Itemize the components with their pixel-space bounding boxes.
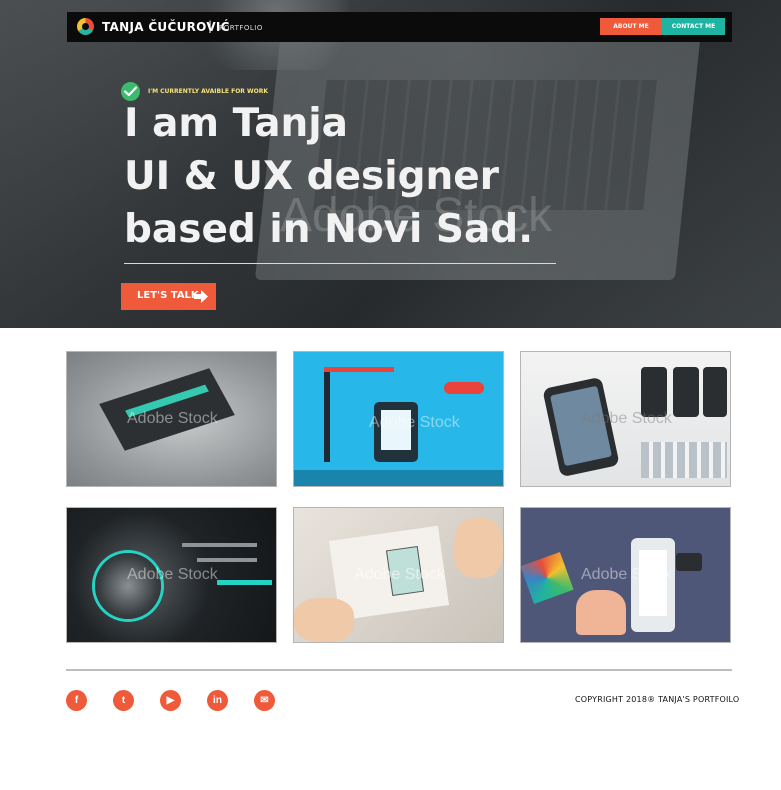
headline-line-2: UI & UX designer <box>124 154 499 199</box>
tile-watermark: Adobe Stock <box>127 566 218 583</box>
youtube-icon[interactable]: ▶ <box>160 690 181 711</box>
portfolio-tile-mobile-design[interactable]: Adobe Stock <box>520 507 731 643</box>
crane-icon <box>324 367 330 462</box>
mail-icon[interactable]: ✉ <box>254 690 275 711</box>
availability-text: I'M CURRENTLY AVAIBLE FOR WORK <box>148 88 269 95</box>
arrow-right-icon <box>194 290 208 303</box>
portfolio-tile-ux-knob[interactable]: Adobe Stock <box>66 507 277 643</box>
crane-arm <box>324 367 394 372</box>
hand-shape <box>576 590 626 635</box>
portfolio-tile-app-construction[interactable]: Adobe Stock <box>293 351 504 487</box>
ui-controls-strip <box>641 442 727 478</box>
hero-divider <box>124 263 556 264</box>
color-swatch-fan <box>521 552 574 604</box>
top-navbar: TANJA ČUČUROVIĆ | PORTFOLIO ABOUT ME CON… <box>67 12 732 42</box>
contact-me-button[interactable]: CONTACT ME <box>662 18 725 35</box>
portfolio-tile-smartphone-mockup[interactable]: Adobe Stock <box>520 351 731 487</box>
about-me-button[interactable]: ABOUT ME <box>600 18 662 35</box>
video-card <box>676 553 702 571</box>
ux-knob-image <box>95 553 161 619</box>
hand-shape-right <box>454 518 503 578</box>
tile-watermark: Adobe Stock <box>369 414 460 431</box>
helicopter-icon <box>444 382 484 394</box>
hand-shape-left <box>294 598 354 642</box>
tile-watermark: Adobe Stock <box>354 566 445 583</box>
brand-subtitle: PORTFOLIO <box>219 24 263 32</box>
twitter-icon[interactable]: t <box>113 690 134 711</box>
portfolio-tile-isometric-app[interactable]: Adobe Stock <box>66 351 277 487</box>
hero-section: Adobe Stock TANJA ČUČUROVIĆ | PORTFOLIO … <box>0 0 781 328</box>
tile-watermark: Adobe Stock <box>581 410 672 427</box>
linkedin-icon[interactable]: in <box>207 690 228 711</box>
logo-icon[interactable] <box>77 18 94 35</box>
lets-talk-label: LET'S TALK <box>137 290 199 301</box>
phone-mini-3 <box>703 367 727 417</box>
ground-strip <box>294 470 503 486</box>
tile-watermark: Adobe Stock <box>581 566 672 583</box>
knob-label-line-2 <box>197 558 257 562</box>
knob-label-highlight <box>217 580 272 585</box>
brand-separator: | <box>208 19 213 33</box>
lets-talk-button[interactable]: LET'S TALK <box>121 283 216 310</box>
tile-watermark: Adobe Stock <box>127 410 218 427</box>
portfolio-tile-wireframe-sketch[interactable]: Adobe Stock <box>293 507 504 643</box>
facebook-icon[interactable]: f <box>66 690 87 711</box>
phone-mini-2 <box>673 367 699 417</box>
headline-line-1: I am Tanja <box>124 101 348 146</box>
copyright-text: COPYRIGHT 2018® TANJA'S PORTFOILO <box>575 695 740 704</box>
headline-line-3: based in Novi Sad. <box>124 207 534 252</box>
footer-divider <box>66 669 732 671</box>
knob-label-line-1 <box>182 543 257 547</box>
